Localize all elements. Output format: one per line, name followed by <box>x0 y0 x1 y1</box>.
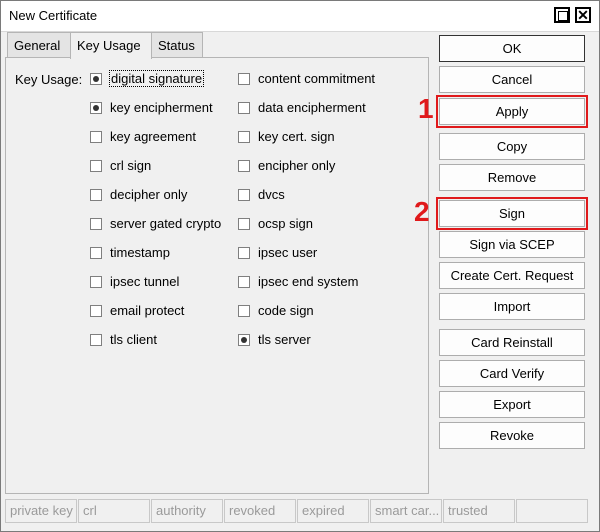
step-2-marker: 2 <box>414 196 430 227</box>
option-label: ipsec tunnel <box>110 274 180 289</box>
key-usage-label: Key Usage: <box>15 72 83 87</box>
option-label: tls server <box>258 332 311 347</box>
status-trusted: trusted <box>443 499 515 523</box>
checkbox[interactable] <box>238 160 250 172</box>
checkbox[interactable] <box>90 131 102 143</box>
checkbox[interactable] <box>90 160 102 172</box>
export-button[interactable]: Export <box>439 391 585 418</box>
status-empty <box>516 499 588 523</box>
window-title: New Certificate <box>9 8 98 23</box>
close-icon[interactable]: ✕ <box>575 7 591 23</box>
card-verify-button[interactable]: Card Verify <box>439 360 585 387</box>
option-label: decipher only <box>110 187 188 202</box>
new-certificate-window: New Certificate ✕ General Key Usage Stat… <box>0 0 600 532</box>
checkbox[interactable] <box>90 334 102 346</box>
checkbox[interactable] <box>90 247 102 259</box>
checkbox[interactable] <box>90 218 102 230</box>
option-label: ipsec user <box>258 245 318 260</box>
tab-key-usage[interactable]: Key Usage <box>70 32 152 59</box>
remove-button[interactable]: Remove <box>439 164 585 191</box>
key-usage-panel: Key Usage: digital signature key enciphe… <box>5 57 429 494</box>
checkbox[interactable] <box>90 73 102 85</box>
option-label: dvcs <box>258 187 285 202</box>
copy-button[interactable]: Copy <box>439 133 585 160</box>
option-label: code sign <box>258 303 314 318</box>
checkbox[interactable] <box>238 334 250 346</box>
revoke-button[interactable]: Revoke <box>439 422 585 449</box>
option-label: key encipherment <box>110 100 213 115</box>
ok-button[interactable]: OK <box>439 35 585 62</box>
checkbox[interactable] <box>238 276 250 288</box>
sign-via-scep-button[interactable]: Sign via SCEP <box>439 231 585 258</box>
option-label: timestamp <box>110 245 170 260</box>
option-label: digital signature <box>108 70 205 87</box>
title-bar: New Certificate ✕ <box>1 1 599 32</box>
option-label: crl sign <box>110 158 152 173</box>
cancel-button[interactable]: Cancel <box>439 66 585 93</box>
tab-general[interactable]: General <box>7 32 71 57</box>
option-label: tls client <box>110 332 157 347</box>
checkbox[interactable] <box>238 247 250 259</box>
sign-highlight-box <box>436 197 588 230</box>
checkbox[interactable] <box>90 102 102 114</box>
checkbox[interactable] <box>90 305 102 317</box>
card-reinstall-button[interactable]: Card Reinstall <box>439 329 585 356</box>
checkbox[interactable] <box>238 189 250 201</box>
status-authority: authority <box>151 499 223 523</box>
checkbox[interactable] <box>238 131 250 143</box>
status-crl: crl <box>78 499 150 523</box>
option-label: ocsp sign <box>258 216 313 231</box>
create-cert-request-button[interactable]: Create Cert. Request <box>439 262 585 289</box>
option-label: email protect <box>110 303 185 318</box>
checkbox[interactable] <box>238 102 250 114</box>
import-button[interactable]: Import <box>439 293 585 320</box>
checkbox[interactable] <box>90 189 102 201</box>
tab-status[interactable]: Status <box>151 32 203 57</box>
status-expired: expired <box>297 499 369 523</box>
status-revoked: revoked <box>224 499 296 523</box>
status-smart-card: smart car... <box>370 499 442 523</box>
option-label: key agreement <box>110 129 196 144</box>
option-label: key cert. sign <box>258 129 335 144</box>
maximize-icon[interactable] <box>554 7 570 23</box>
option-label: data encipherment <box>258 100 366 115</box>
checkbox[interactable] <box>238 305 250 317</box>
option-label: ipsec end system <box>258 274 359 289</box>
step-1-marker: 1 <box>418 93 434 124</box>
status-private-key: private key <box>5 499 77 523</box>
checkbox[interactable] <box>90 276 102 288</box>
option-label: server gated crypto <box>110 216 222 231</box>
checkbox[interactable] <box>238 218 250 230</box>
option-label: content commitment <box>258 71 376 86</box>
checkbox[interactable] <box>238 73 250 85</box>
option-label: encipher only <box>258 158 336 173</box>
apply-highlight-box <box>436 95 588 128</box>
